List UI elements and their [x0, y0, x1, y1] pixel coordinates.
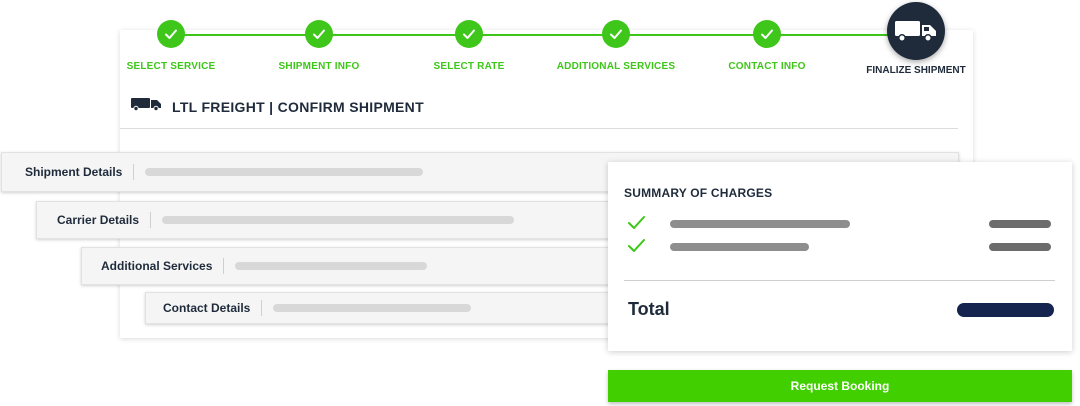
summary-of-charges-panel: SUMMARY OF CHARGES Total: [608, 162, 1072, 351]
check-icon: [602, 20, 630, 48]
step-shipment-info[interactable]: SHIPMENT INFO: [244, 20, 394, 72]
step-finalize-shipment[interactable]: FINALIZE SHIPMENT: [856, 2, 976, 76]
truck-icon: [131, 97, 162, 116]
charge-amount-placeholder: [989, 220, 1051, 228]
section-label: Contact Details: [163, 301, 251, 315]
charge-description-placeholder: [670, 220, 850, 228]
charge-line-item: [626, 239, 1056, 254]
step-label: SHIPMENT INFO: [278, 61, 360, 72]
step-label: CONTACT INFO: [728, 61, 806, 72]
check-icon: [753, 20, 781, 48]
truck-icon: [887, 2, 945, 60]
section-label: Shipment Details: [25, 165, 123, 179]
page-title-text: LTL FREIGHT | CONFIRM SHIPMENT: [172, 98, 424, 115]
request-booking-button[interactable]: Request Booking: [608, 370, 1072, 402]
page-title: LTL FREIGHT | CONFIRM SHIPMENT: [131, 97, 424, 116]
step-label: SELECT RATE: [433, 61, 505, 72]
summary-title: SUMMARY OF CHARGES: [624, 186, 773, 200]
charge-description-placeholder: [670, 243, 809, 251]
step-additional-services[interactable]: ADDITIONAL SERVICES: [541, 20, 691, 72]
step-select-rate[interactable]: SELECT RATE: [394, 20, 544, 72]
check-icon: [626, 238, 646, 259]
total-label: Total: [628, 299, 670, 319]
check-icon: [626, 215, 646, 236]
step-label: FINALIZE SHIPMENT: [866, 65, 966, 76]
section-additional-services[interactable]: Additional Services: [81, 247, 643, 285]
step-select-service[interactable]: SELECT SERVICE: [96, 20, 246, 72]
check-icon: [305, 20, 333, 48]
divider: [624, 280, 1055, 281]
step-contact-info[interactable]: CONTACT INFO: [692, 20, 842, 72]
divider: [223, 258, 225, 274]
section-carrier-details[interactable]: Carrier Details: [36, 201, 642, 239]
divider: [261, 300, 263, 316]
section-label: Carrier Details: [57, 213, 140, 227]
step-label: ADDITIONAL SERVICES: [556, 61, 676, 72]
divider: [133, 164, 135, 180]
section-label: Additional Services: [101, 259, 213, 273]
divider: [120, 128, 958, 129]
charge-line-item: [626, 216, 1056, 231]
section-contact-details[interactable]: Contact Details: [145, 292, 643, 324]
total-amount-placeholder: [957, 303, 1054, 317]
check-icon: [157, 20, 185, 48]
step-label: SELECT SERVICE: [126, 61, 216, 72]
content-placeholder: [162, 216, 515, 224]
content-placeholder: [273, 304, 472, 312]
check-icon: [455, 20, 483, 48]
content-placeholder: [235, 262, 428, 270]
content-placeholder: [145, 168, 424, 176]
divider: [150, 212, 152, 228]
charge-amount-placeholder: [989, 243, 1051, 251]
